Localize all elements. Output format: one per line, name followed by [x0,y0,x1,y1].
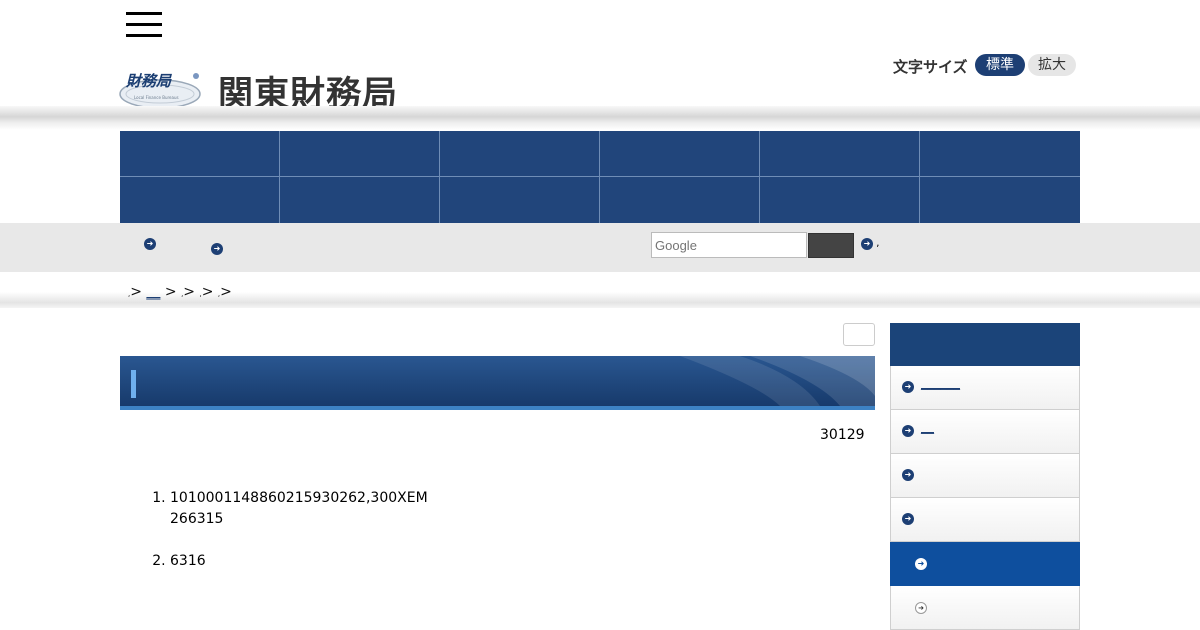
nav-item[interactable] [280,131,440,177]
sidebar-item-label: ______ [921,376,960,391]
svg-text:Local Finance Bureaus: Local Finance Bureaus [134,95,179,100]
sidebar-item[interactable]: ➜ [890,454,1080,498]
print-button[interactable] [843,323,875,346]
breadcrumb: ,> __ > ,> ,> ,> [128,284,232,300]
arrow-small-icon: ➜ [915,602,927,614]
sidebar-header [890,323,1080,366]
nav-item[interactable] [920,131,1080,177]
sidebar-item[interactable]: ➜ [890,498,1080,542]
utility-link-1[interactable]: ➜ [144,238,164,256]
nav-item[interactable] [120,131,280,177]
arrow-circle-icon: ➜ [902,381,914,393]
list-item: 1010001148860215930262,300XEM 266315 [170,488,870,530]
arrow-circle-icon: ➜ [902,425,914,437]
arrow-circle-icon: ➜ [861,238,873,250]
utility-link-2[interactable]: ➜ [211,243,231,261]
search-input[interactable] [651,232,807,258]
global-nav [120,131,1080,223]
nav-item[interactable] [600,177,760,223]
font-size-large-button[interactable]: 拡大 [1028,54,1076,76]
content-list: 1010001148860215930262,300XEM 266315 631… [120,488,870,593]
site-logo[interactable]: 財務局 Local Finance Bureaus [118,66,202,110]
search-help-link[interactable]: ➜ , [861,238,879,250]
nav-item[interactable] [280,177,440,223]
font-size-label: 文字サイズ [893,58,968,76]
sidebar-item[interactable]: ➜ ______ [890,366,1080,410]
arrow-circle-icon: ➜ [902,513,914,525]
page-title-banner [120,356,875,410]
utility-bar [0,223,1200,272]
list-item: 6316 [170,551,870,572]
sidebar-subitem[interactable]: ➜ [890,586,1080,630]
svg-text:財務局: 財務局 [125,72,172,90]
publish-date: 30129 [820,427,865,443]
font-size-standard-button[interactable]: 標準 [975,54,1025,76]
hamburger-menu-icon[interactable] [126,12,162,38]
sidebar-item-active[interactable]: ➜ [890,542,1080,586]
arrow-circle-icon: ➜ [211,243,223,255]
nav-item[interactable] [920,177,1080,223]
nav-item[interactable] [600,131,760,177]
nav-item[interactable] [440,177,600,223]
nav-item[interactable] [760,177,920,223]
breadcrumb-link[interactable]: __ [146,284,160,300]
nav-item[interactable] [440,131,600,177]
sidebar-item-label: __ [921,420,934,435]
arrow-circle-icon: ➜ [902,469,914,481]
search-help-text: , [876,238,880,249]
sidebar-item[interactable]: ➜ __ [890,410,1080,454]
arrow-circle-icon: ➜ [144,238,156,250]
nav-item[interactable] [760,131,920,177]
arrow-circle-icon: ➜ [915,558,927,570]
search-button[interactable] [808,233,854,258]
nav-item[interactable] [120,177,280,223]
title-accent-bar [131,370,136,398]
header-divider-band [0,106,1200,130]
